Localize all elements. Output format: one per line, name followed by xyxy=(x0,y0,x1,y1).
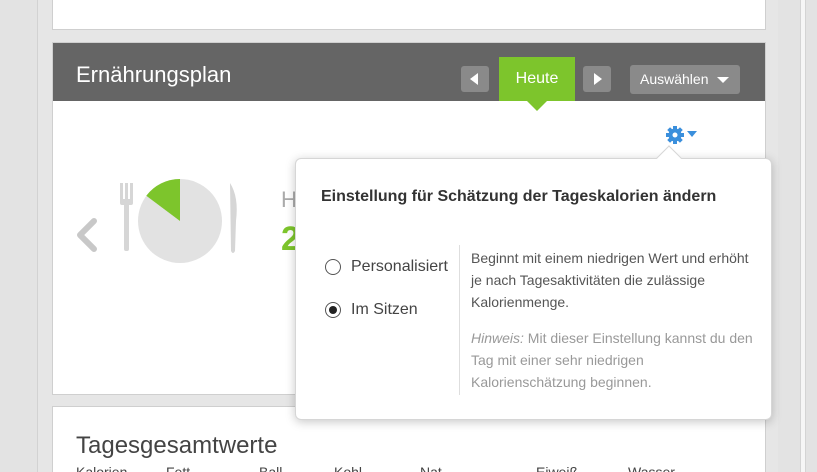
fork-icon xyxy=(120,183,133,251)
option-description: Beginnt mit einem niedrigen Wert und erh… xyxy=(471,250,749,310)
previous-day-button[interactable] xyxy=(461,66,489,92)
chevron-left-icon xyxy=(470,73,478,85)
plate-icon xyxy=(138,178,222,263)
option-personalized-label: Personalisiert xyxy=(351,258,448,275)
totals-column-sodium: Nat xyxy=(420,464,442,472)
chevron-left-icon xyxy=(77,218,97,252)
today-tab[interactable]: Heute xyxy=(499,57,575,101)
caret-down-icon xyxy=(687,131,697,137)
plate-chart-icon xyxy=(120,178,237,263)
calorie-estimate-popover: Einstellung für Schätzung der Tageskalor… xyxy=(295,145,772,420)
option-personalized[interactable]: Personalisiert xyxy=(325,258,448,276)
radio-sitting[interactable] xyxy=(325,302,341,318)
totals-column-carbs: Kohl xyxy=(334,464,363,472)
right-scrollbar-track xyxy=(778,0,817,472)
plan-title: Ernährungsplan xyxy=(76,62,232,87)
next-day-button[interactable] xyxy=(583,66,611,92)
chevron-right-icon xyxy=(594,73,602,85)
totals-column-fat: Fett xyxy=(166,464,191,472)
select-dropdown-button[interactable]: Auswählen xyxy=(630,65,740,94)
totals-title: Tagesgesamtwerte xyxy=(76,432,278,459)
option-hint: Hinweis: Mit dieser Einstellung kannst d… xyxy=(471,327,756,393)
gear-icon xyxy=(666,126,697,144)
popover-title: Einstellung für Schätzung der Tageskalor… xyxy=(321,188,717,205)
popover-divider xyxy=(459,245,460,395)
option-sitting-label: Im Sitzen xyxy=(351,301,418,318)
totals-column-ball: Ball xyxy=(259,464,283,472)
caret-down-icon xyxy=(717,77,729,83)
today-tab-pointer xyxy=(527,101,547,111)
plate-previous-arrow[interactable] xyxy=(75,218,99,257)
totals-column-protein: Eiweiß xyxy=(536,464,579,472)
select-dropdown-label: Auswählen xyxy=(640,71,709,87)
totals-column-water: Wasser xyxy=(628,464,675,472)
totals-column-calories: Kalorien xyxy=(76,464,128,472)
plan-header: Ernährungsplan Heute Auswählen xyxy=(53,43,765,101)
knife-icon xyxy=(230,183,237,253)
radio-personalized[interactable] xyxy=(325,259,341,275)
totals-columns: Kalorien Fett Ball Kohl Nat Eiweiß Wasse… xyxy=(53,464,765,472)
option-sitting[interactable]: Im Sitzen xyxy=(325,301,418,319)
left-gutter xyxy=(0,0,38,472)
scrollbar-edge xyxy=(800,0,806,472)
top-card xyxy=(52,0,766,30)
hint-label: Hinweis: xyxy=(471,330,524,346)
